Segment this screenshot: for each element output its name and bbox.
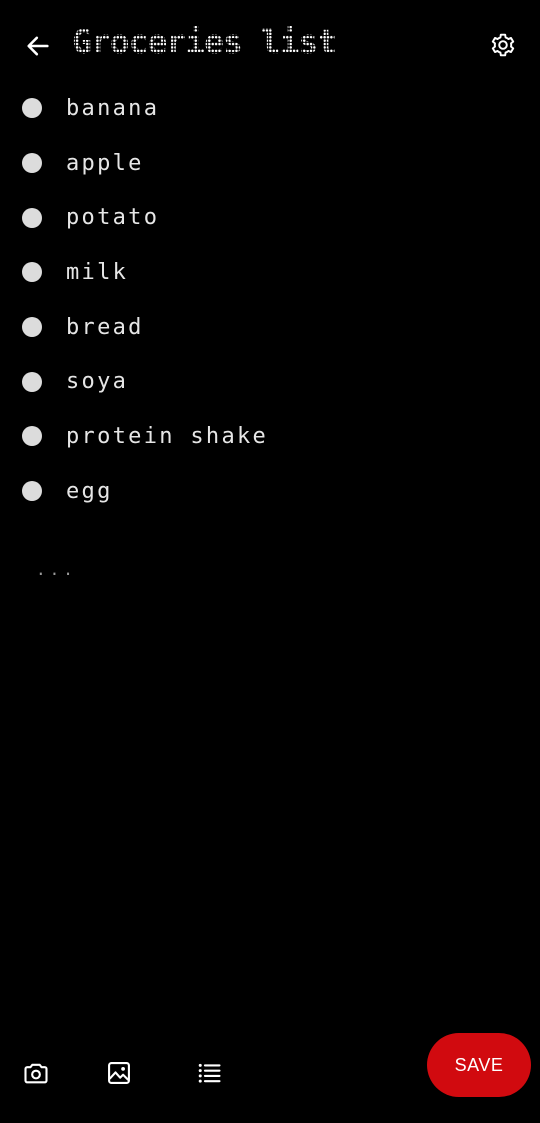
list-item[interactable]: banana bbox=[0, 81, 540, 136]
bullet-icon bbox=[22, 207, 42, 228]
list-item-label: soya bbox=[66, 369, 129, 395]
list-item[interactable]: bread bbox=[0, 300, 540, 355]
list-item-label: protein shake bbox=[66, 423, 269, 449]
list-item[interactable]: milk bbox=[0, 245, 540, 300]
settings-button[interactable] bbox=[488, 30, 518, 60]
bullet-icon bbox=[22, 426, 42, 447]
list-item[interactable]: potato bbox=[0, 190, 540, 245]
bullet-icon bbox=[22, 98, 42, 119]
camera-icon bbox=[24, 1063, 48, 1084]
bottom-toolbar: SAVE bbox=[0, 1033, 540, 1123]
more-text-placeholder[interactable]: ... bbox=[36, 560, 77, 579]
bullet-icon bbox=[22, 262, 42, 283]
list-item[interactable]: protein shake bbox=[0, 409, 540, 464]
bullet-icon bbox=[22, 317, 42, 338]
list-icon bbox=[198, 1063, 221, 1083]
list-item[interactable]: soya bbox=[0, 354, 540, 409]
list-item[interactable]: egg bbox=[0, 464, 540, 519]
image-icon bbox=[108, 1062, 130, 1084]
grocery-list: banana apple potato milk bread soya prot… bbox=[0, 81, 540, 519]
arrow-left-icon bbox=[27, 36, 49, 56]
list-item-label: banana bbox=[66, 95, 160, 121]
gear-icon bbox=[491, 33, 515, 57]
image-button[interactable] bbox=[101, 1055, 137, 1091]
back-button[interactable] bbox=[18, 26, 58, 66]
list-item-label: egg bbox=[66, 478, 113, 504]
save-button[interactable]: SAVE bbox=[427, 1033, 531, 1097]
checklist-button[interactable] bbox=[191, 1055, 227, 1091]
camera-button[interactable] bbox=[18, 1055, 54, 1091]
bullet-icon bbox=[22, 371, 42, 392]
page-title: Groceries list bbox=[72, 22, 337, 61]
bullet-icon bbox=[22, 481, 42, 502]
list-item-label: apple bbox=[66, 150, 144, 176]
list-item[interactable]: apple bbox=[0, 136, 540, 191]
list-item-label: milk bbox=[66, 259, 129, 285]
bullet-icon bbox=[22, 153, 42, 174]
list-item-label: bread bbox=[66, 314, 144, 340]
list-item-label: potato bbox=[66, 205, 160, 231]
top-bar: Groceries list bbox=[0, 0, 540, 90]
